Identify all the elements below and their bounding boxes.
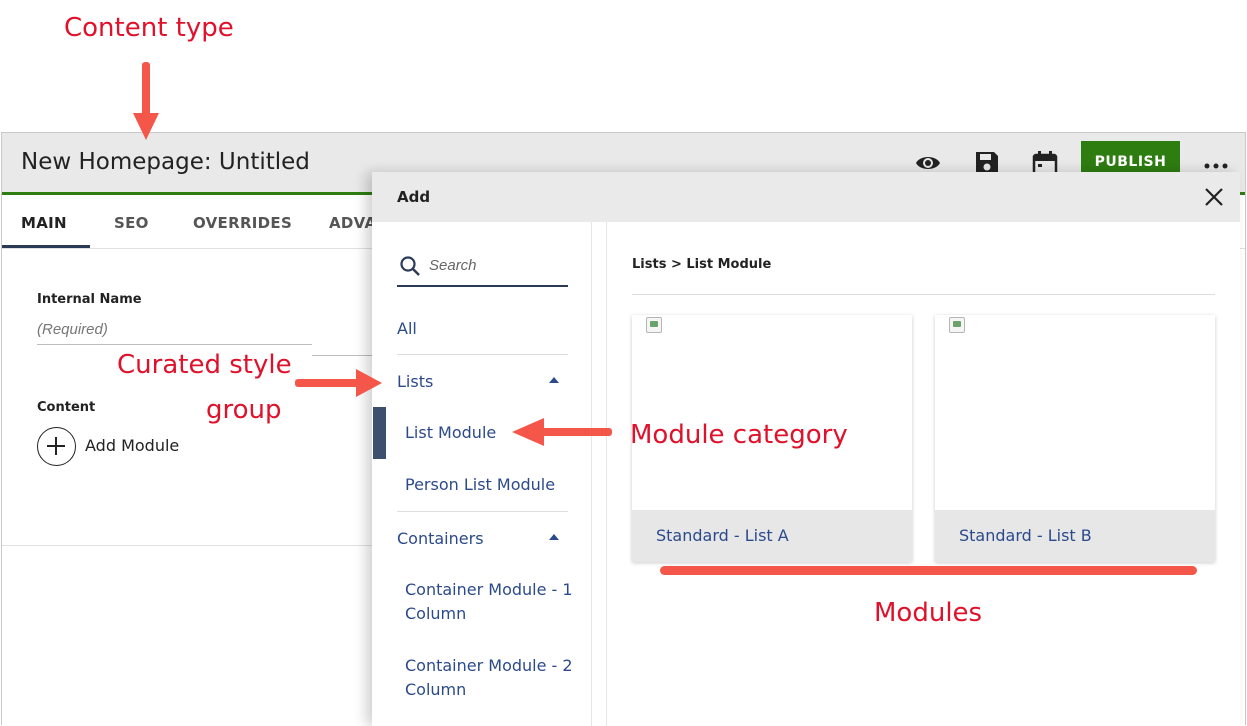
sidebar-item-container-1-column[interactable]: Container Module - 1 Column [405,578,575,626]
internal-name-field[interactable]: (Required) [37,321,312,345]
module-card-footer: Standard - List A [632,510,912,562]
nav-separator [397,511,568,512]
content-label: Content [37,400,96,415]
module-card-label[interactable]: Standard - List A [656,526,789,545]
module-card-footer: Standard - List B [935,510,1215,562]
sidebar-item-list-module[interactable]: List Module [405,421,575,445]
dialog-gutter [593,222,607,726]
sidebar-item-person-list-module[interactable]: Person List Module [405,473,575,497]
module-card-label[interactable]: Standard - List B [959,526,1092,545]
sidebar-item-container-2-column[interactable]: Container Module - 2 Column [405,654,575,702]
module-card[interactable]: Standard - List B [935,315,1215,562]
active-tab-indicator [2,245,90,248]
nav-separator [397,354,568,355]
internal-name-label: Internal Name [37,292,142,307]
breadcrumb: Lists > List Module [632,257,772,272]
dialog-header: Add [372,172,1240,222]
close-icon[interactable] [1203,186,1225,208]
content-separator [632,294,1215,295]
annotation-curated-style-group-line2: group [206,395,282,425]
arrow-content-type [133,62,159,140]
active-item-indicator [373,407,386,459]
annotation-content-type: Content type [64,13,234,43]
chevron-up-icon[interactable] [549,534,559,540]
annotation-modules: Modules [874,598,983,628]
annotation-module-category: Module category [630,420,848,450]
search-input[interactable] [429,257,564,274]
sidebar-group-containers[interactable]: Containers [397,529,484,548]
add-module-button[interactable] [37,427,76,466]
tab-advanced[interactable]: ADVA [329,214,376,232]
sidebar-item-all[interactable]: All [397,319,417,338]
annotation-curated-style-group: Curated style [117,350,292,380]
divider [2,545,374,546]
tab-overrides[interactable]: OVERRIDES [193,214,292,232]
dialog-title: Add [397,188,431,206]
plus-icon [47,437,65,455]
chevron-up-icon[interactable] [549,377,559,383]
page-title: New Homepage: Untitled [21,149,310,175]
tab-seo[interactable]: SEO [114,214,149,232]
search-box [397,255,568,287]
tab-main[interactable]: MAIN [21,214,67,232]
broken-image-icon [646,317,662,333]
broken-image-icon [949,317,965,333]
add-module-label[interactable]: Add Module [85,436,179,455]
sidebar-group-lists[interactable]: Lists [397,372,433,391]
search-icon [400,256,420,276]
